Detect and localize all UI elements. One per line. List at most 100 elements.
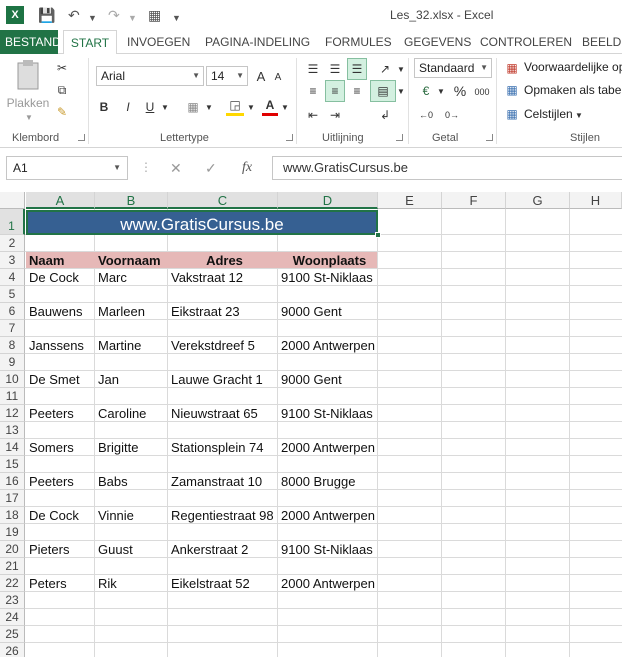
shrink-font-button[interactable]: A — [272, 70, 284, 84]
enter-icon[interactable]: ✓ — [205, 160, 217, 177]
row-header-4[interactable]: 4 — [0, 269, 25, 286]
row-header-22[interactable]: 22 — [0, 575, 25, 592]
row-header-19[interactable]: 19 — [0, 524, 25, 541]
paste-icon[interactable] — [12, 58, 44, 94]
row-header-7[interactable]: 7 — [0, 320, 25, 337]
select-all-corner[interactable] — [0, 192, 25, 209]
merge-dropdown-icon[interactable]: ▼ — [396, 84, 406, 98]
tab-gegevens[interactable]: GEGEVENS — [404, 30, 471, 54]
align-right-icon[interactable]: ≡ — [348, 82, 366, 100]
column-header-d[interactable]: D — [278, 192, 378, 209]
fill-handle[interactable] — [375, 232, 381, 238]
cancel-icon[interactable]: ✕ — [170, 160, 182, 177]
row-header-16[interactable]: 16 — [0, 473, 25, 490]
format-table-icon[interactable]: ▦ — [504, 82, 520, 98]
row-header-25[interactable]: 25 — [0, 626, 25, 643]
column-header-b[interactable]: B — [95, 192, 168, 209]
row-header-13[interactable]: 13 — [0, 422, 25, 439]
cell-woonplaats[interactable]: 8000 Brugge — [278, 473, 378, 490]
increase-indent-icon[interactable]: ⇥ — [326, 106, 344, 124]
underline-button[interactable]: U — [142, 98, 158, 116]
thousands-button[interactable]: 000 — [472, 84, 492, 100]
column-header-f[interactable]: F — [442, 192, 506, 209]
cell-voornaam[interactable]: Marleen — [95, 303, 168, 320]
tab-pagina-indeling[interactable]: PAGINA-INDELING — [205, 30, 310, 54]
customize-icon[interactable]: ▦ — [148, 7, 161, 23]
orientation-dropdown-icon[interactable]: ▼ — [396, 62, 406, 76]
wrap-text-icon[interactable]: ↲ — [376, 106, 394, 124]
decrease-indent-icon[interactable]: ⇤ — [304, 106, 322, 124]
row-header-6[interactable]: 6 — [0, 303, 25, 320]
cell-voornaam[interactable]: Babs — [95, 473, 168, 490]
row-header-9[interactable]: 9 — [0, 354, 25, 371]
row-header-23[interactable]: 23 — [0, 592, 25, 609]
cell-voornaam[interactable]: Guust — [95, 541, 168, 558]
redo-icon[interactable]: ↷ — [108, 7, 120, 23]
header-cell-naam[interactable]: Naam — [26, 252, 95, 269]
align-middle-icon[interactable]: ☰ — [326, 60, 344, 78]
align-center-icon[interactable]: ≡ — [325, 80, 345, 102]
row-header-15[interactable]: 15 — [0, 456, 25, 473]
cell-voornaam[interactable]: Martine — [95, 337, 168, 354]
spreadsheet-grid[interactable]: A B C D E F G H 1 2 3 4 5 6 7 8 9 10 11 12 13 14 15 16 17 18 19 20 2… — [0, 192, 622, 657]
row-header-14[interactable]: 14 — [0, 439, 25, 456]
grow-font-button[interactable]: A — [254, 68, 268, 84]
cell-adres[interactable]: Ankerstraat 2 — [168, 541, 278, 558]
row-header-3[interactable]: 3 — [0, 252, 25, 269]
cell-woonplaats[interactable]: 2000 Antwerpen — [278, 575, 378, 592]
fill-color-dropdown-icon[interactable]: ▼ — [246, 100, 256, 114]
tab-beeld[interactable]: BEELD — [582, 30, 621, 54]
cell-naam[interactable]: De Cock — [26, 269, 95, 286]
cell-woonplaats[interactable]: 9100 St-Niklaas — [278, 541, 378, 558]
accounting-icon[interactable]: € — [416, 82, 436, 100]
cell-voornaam[interactable]: Vinnie — [95, 507, 168, 524]
row-header-10[interactable]: 10 — [0, 371, 25, 388]
cell-voornaam[interactable]: Jan — [95, 371, 168, 388]
undo-icon[interactable]: ↶ — [68, 7, 80, 23]
font-color-dropdown-icon[interactable]: ▼ — [280, 100, 290, 114]
percent-button[interactable]: % — [452, 82, 468, 100]
accounting-dropdown-icon[interactable]: ▼ — [436, 84, 446, 98]
orientation-icon[interactable]: ↗ — [376, 60, 394, 78]
decrease-decimal-icon[interactable]: 0→ — [442, 106, 462, 124]
row-header-18[interactable]: 18 — [0, 507, 25, 524]
row-header-12[interactable]: 12 — [0, 405, 25, 422]
row-header-24[interactable]: 24 — [0, 609, 25, 626]
header-cell-voornaam[interactable]: Voornaam — [95, 252, 168, 269]
align-left-icon[interactable]: ≡ — [304, 82, 322, 100]
column-header-a[interactable]: A — [26, 192, 95, 209]
clipboard-launcher-icon[interactable] — [78, 134, 85, 141]
row-header-1[interactable]: 1 — [0, 209, 25, 235]
cell-adres[interactable]: Zamanstraat 10 — [168, 473, 278, 490]
merge-center-icon[interactable]: ▤ — [370, 80, 396, 102]
row-header-21[interactable]: 21 — [0, 558, 25, 575]
cell-naam[interactable]: Peeters — [26, 405, 95, 422]
conditional-format-icon[interactable]: ▦ — [504, 60, 520, 76]
cell-naam[interactable]: De Cock — [26, 507, 95, 524]
redo-dropdown-icon[interactable]: ▼ — [128, 10, 137, 26]
cell-woonplaats[interactable]: 9000 Gent — [278, 371, 378, 388]
cut-icon[interactable]: ✂ — [54, 60, 70, 76]
cell-voornaam[interactable]: Marc — [95, 269, 168, 286]
cell-woonplaats[interactable]: 2000 Antwerpen — [278, 507, 378, 524]
paste-button[interactable]: Plakken — [6, 96, 50, 110]
tab-invoegen[interactable]: INVOEGEN — [127, 30, 190, 54]
row-header-5[interactable]: 5 — [0, 286, 25, 303]
row-header-2[interactable]: 2 — [0, 235, 25, 252]
tab-formules[interactable]: FORMULES — [325, 30, 392, 54]
cell-naam[interactable]: Pieters — [26, 541, 95, 558]
cell-naam[interactable]: Janssens — [26, 337, 95, 354]
name-box[interactable]: A1 ▼ — [6, 156, 128, 180]
font-launcher-icon[interactable] — [286, 134, 293, 141]
conditional-format-button[interactable]: Voorwaardelijke op — [524, 60, 622, 74]
cell-voornaam[interactable]: Rik — [95, 575, 168, 592]
cell-adres[interactable]: Eikstraat 23 — [168, 303, 278, 320]
cell-adres[interactable]: Lauwe Gracht 1 — [168, 371, 278, 388]
align-top-icon[interactable]: ☰ — [304, 60, 322, 78]
number-format-select[interactable]: Standaard ▼ — [414, 58, 492, 78]
row-header-26[interactable]: 26 — [0, 643, 25, 657]
cell-adres[interactable]: Vakstraat 12 — [168, 269, 278, 286]
cell-voornaam[interactable]: Brigitte — [95, 439, 168, 456]
alignment-launcher-icon[interactable] — [396, 134, 403, 141]
column-header-e[interactable]: E — [378, 192, 442, 209]
